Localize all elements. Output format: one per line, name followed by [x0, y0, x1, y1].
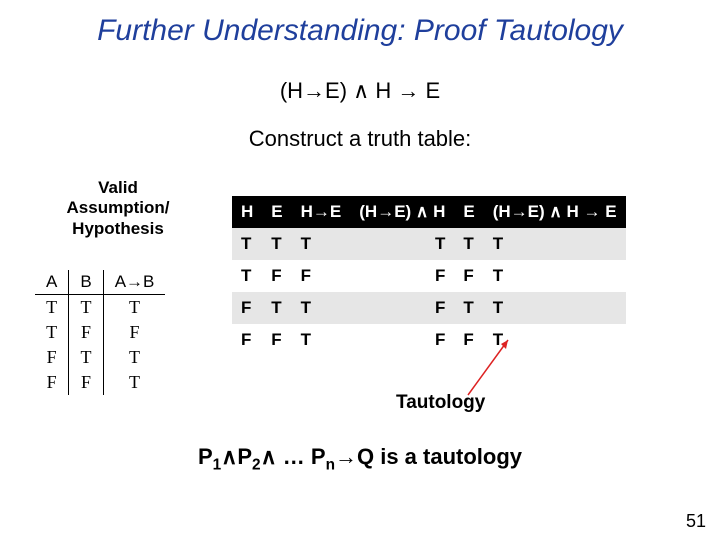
table-row: FFTFFT — [232, 324, 626, 356]
tautology-label: Tautology — [396, 392, 485, 414]
main-formula: (H→E) ∧ H → E — [0, 78, 720, 104]
slide-title: Further Understanding: Proof Tautology — [0, 14, 720, 48]
construct-text: Construct a truth table: — [0, 126, 720, 152]
page-number: 51 — [686, 511, 706, 532]
valid-assumption-label: Valid Assumption/ Hypothesis — [48, 178, 188, 239]
col-header: H — [232, 196, 262, 228]
table-row: TTTTTT — [232, 228, 626, 260]
col-header: H→E — [292, 196, 351, 228]
table-row: TFFFFT — [232, 260, 626, 292]
col-header: B — [69, 270, 103, 295]
col-header: A — [35, 270, 69, 295]
table-row: FTTFTT — [232, 292, 626, 324]
table-row: TFF — [35, 320, 165, 345]
main-truth-table: H E H→E (H→E) ∧ H E (H→E) ∧ H → E TTTTTT… — [232, 196, 626, 356]
bottom-statement: P1∧P2∧ … Pn→Q is a tautology — [0, 444, 720, 474]
table-row: TTT — [35, 295, 165, 321]
col-header: (H→E) ∧ H → E — [484, 196, 626, 228]
col-header: E — [454, 196, 483, 228]
col-header: E — [262, 196, 291, 228]
small-truth-table: A B A→B TTT TFF FTT FFT — [35, 270, 165, 395]
col-header: (H→E) ∧ H — [350, 196, 454, 228]
table-row: FFT — [35, 370, 165, 395]
table-header: A B A→B — [35, 270, 165, 295]
arrow-icon — [468, 340, 528, 400]
col-header: A→B — [103, 270, 165, 295]
table-row: FTT — [35, 345, 165, 370]
table-header: H E H→E (H→E) ∧ H E (H→E) ∧ H → E — [232, 196, 626, 228]
